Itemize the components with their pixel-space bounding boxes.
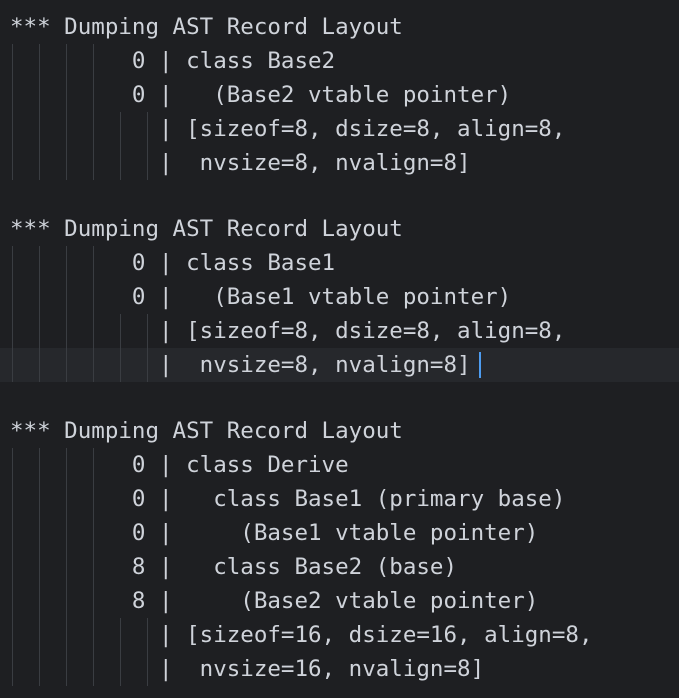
code-line-text: *** Dumping AST Record Layout [10,14,403,40]
code-line[interactable]: 0 | class Base2 [0,44,679,78]
code-line[interactable]: 0 | class Base1 [0,246,679,280]
code-line-text: 0 | (Base1 vtable pointer) [10,284,512,310]
text-caret [479,352,481,378]
code-line-text: 0 | class Base1 (primary base) [10,486,566,512]
code-line[interactable]: 0 | class Base1 (primary base) [0,482,679,516]
code-line-text: | nvsize=16, nvalign=8] [10,656,485,682]
code-line-text: | [sizeof=8, dsize=8, align=8, [10,318,566,344]
code-line[interactable]: | nvsize=16, nvalign=8] [0,652,679,686]
code-line-text: 0 | class Base2 [10,48,336,74]
code-line-text: 0 | (Base1 vtable pointer) [10,520,539,546]
code-line-text: 8 | (Base2 vtable pointer) [10,588,539,614]
code-line-text: | nvsize=8, nvalign=8] [10,150,471,176]
code-line[interactable]: | nvsize=8, nvalign=8] [0,146,679,180]
code-line[interactable]: | [sizeof=8, dsize=8, align=8, [0,314,679,348]
code-line[interactable]: 0 | (Base1 vtable pointer) [0,516,679,550]
code-line-text: | [sizeof=8, dsize=8, align=8, [10,116,566,142]
code-line-text: 0 | (Base2 vtable pointer) [10,82,512,108]
code-line[interactable]: | [sizeof=16, dsize=16, align=8, [0,618,679,652]
code-line[interactable]: 0 | class Derive [0,448,679,482]
code-line-text: | nvsize=8, nvalign=8] [10,352,471,378]
code-line[interactable]: 0 | (Base1 vtable pointer) [0,280,679,314]
code-line[interactable]: | [sizeof=8, dsize=8, align=8, [0,112,679,146]
code-line-text: 0 | class Base1 [10,250,336,276]
code-editor[interactable]: *** Dumping AST Record Layout 0 | class … [0,0,679,698]
code-line[interactable] [0,180,679,214]
code-line-text: | [sizeof=16, dsize=16, align=8, [10,622,593,648]
code-line-text: *** Dumping AST Record Layout [10,418,403,444]
code-line[interactable] [0,382,679,416]
code-line[interactable]: *** Dumping AST Record Layout [0,10,679,44]
code-line[interactable]: *** Dumping AST Record Layout [0,414,679,448]
code-line-text: 0 | class Derive [10,452,349,478]
current-code-line[interactable]: | nvsize=8, nvalign=8] [0,348,679,382]
code-line[interactable]: 8 | class Base2 (base) [0,550,679,584]
code-line[interactable]: 8 | (Base2 vtable pointer) [0,584,679,618]
code-line[interactable]: *** Dumping AST Record Layout [0,212,679,246]
code-line-text: 8 | class Base2 (base) [10,554,458,580]
code-line[interactable]: 0 | (Base2 vtable pointer) [0,78,679,112]
code-line-text: *** Dumping AST Record Layout [10,216,403,242]
